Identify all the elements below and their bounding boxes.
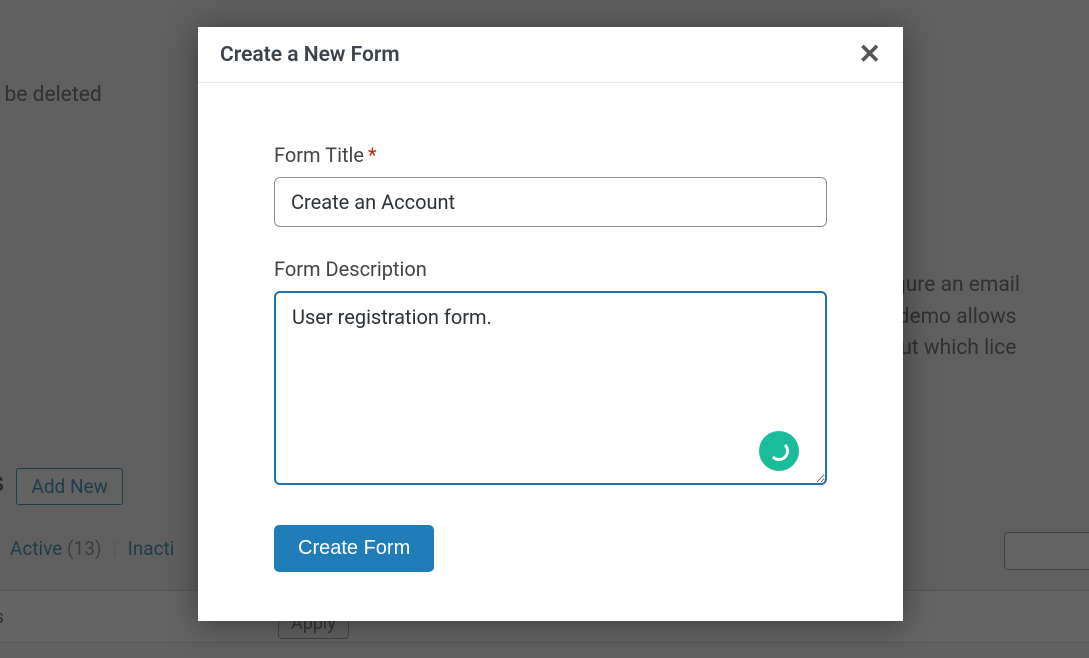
modal-title: Create a New Form <box>220 43 400 67</box>
form-description-label: Form Description <box>274 257 827 281</box>
close-icon[interactable]: ✕ <box>858 41 881 68</box>
form-description-input[interactable] <box>274 291 827 485</box>
modal-body: Form Title* Form Description Create Form <box>198 83 903 572</box>
modal-header: Create a New Form ✕ <box>198 27 903 83</box>
form-title-group: Form Title* <box>274 143 827 227</box>
form-title-input[interactable] <box>274 177 827 227</box>
grammarly-icon[interactable] <box>759 431 799 471</box>
create-form-button[interactable]: Create Form <box>274 525 434 572</box>
create-form-modal: Create a New Form ✕ Form Title* Form Des… <box>198 27 903 621</box>
form-title-label: Form Title* <box>274 143 827 167</box>
form-description-group: Form Description <box>274 257 827 489</box>
required-indicator: * <box>368 143 377 167</box>
